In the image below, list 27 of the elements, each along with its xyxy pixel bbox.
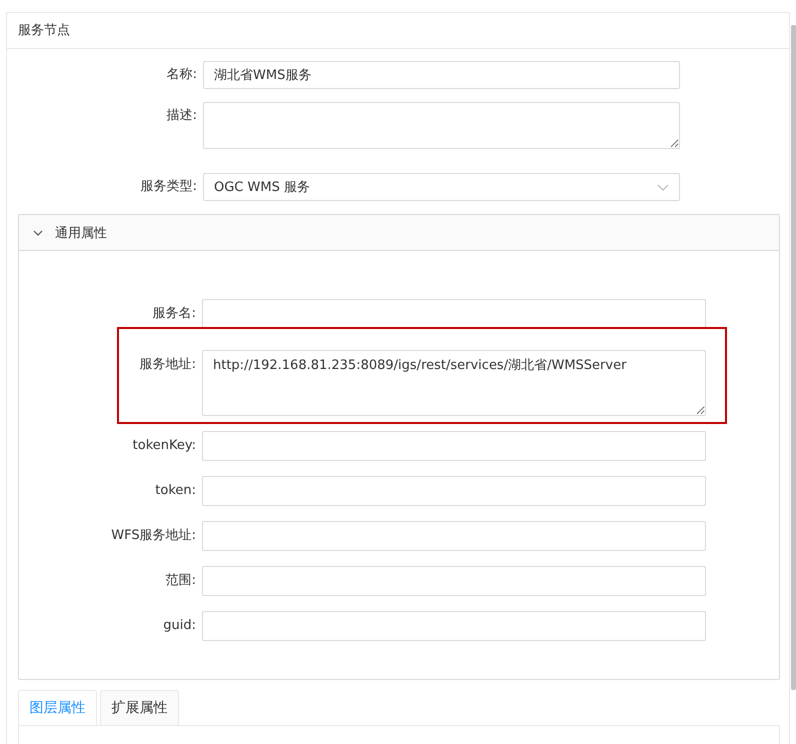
- input-field[interactable]: [202, 299, 706, 329]
- field-label: WFS服务地址:: [110, 527, 197, 545]
- field-label: token:: [154, 482, 197, 500]
- scrollbar-thumb[interactable]: [791, 25, 796, 690]
- field-label: tokenKey:: [132, 437, 197, 455]
- input-field[interactable]: [202, 611, 706, 641]
- panel-header[interactable]: 通用属性: [19, 215, 779, 251]
- input-field[interactable]: 湖北省WMS服务: [203, 61, 680, 89]
- text-area[interactable]: http://192.168.81.235:8089/igs/rest/services/湖北省/WMSServer: [202, 350, 706, 416]
- input-field[interactable]: [202, 521, 706, 551]
- chevron-down-icon: [657, 184, 669, 190]
- panel-title: 通用属性: [55, 224, 107, 242]
- input-field[interactable]: [202, 566, 706, 596]
- field-label: 名称:: [166, 66, 198, 84]
- field-label: 范围:: [164, 572, 197, 590]
- chevron-down-icon: [33, 230, 43, 236]
- card-title: 服务节点: [7, 13, 789, 49]
- field-label: 服务地址:: [138, 356, 197, 374]
- field-label: guid:: [162, 617, 197, 635]
- field-label: 描述:: [166, 107, 198, 125]
- text-area[interactable]: [203, 102, 680, 149]
- input-field[interactable]: [202, 431, 706, 461]
- select-field[interactable]: OGC WMS 服务: [203, 173, 680, 201]
- field-label: 服务名:: [152, 305, 197, 323]
- input-field[interactable]: [202, 476, 706, 506]
- field-label: 服务类型:: [140, 178, 198, 196]
- tab[interactable]: 扩展属性: [100, 690, 179, 725]
